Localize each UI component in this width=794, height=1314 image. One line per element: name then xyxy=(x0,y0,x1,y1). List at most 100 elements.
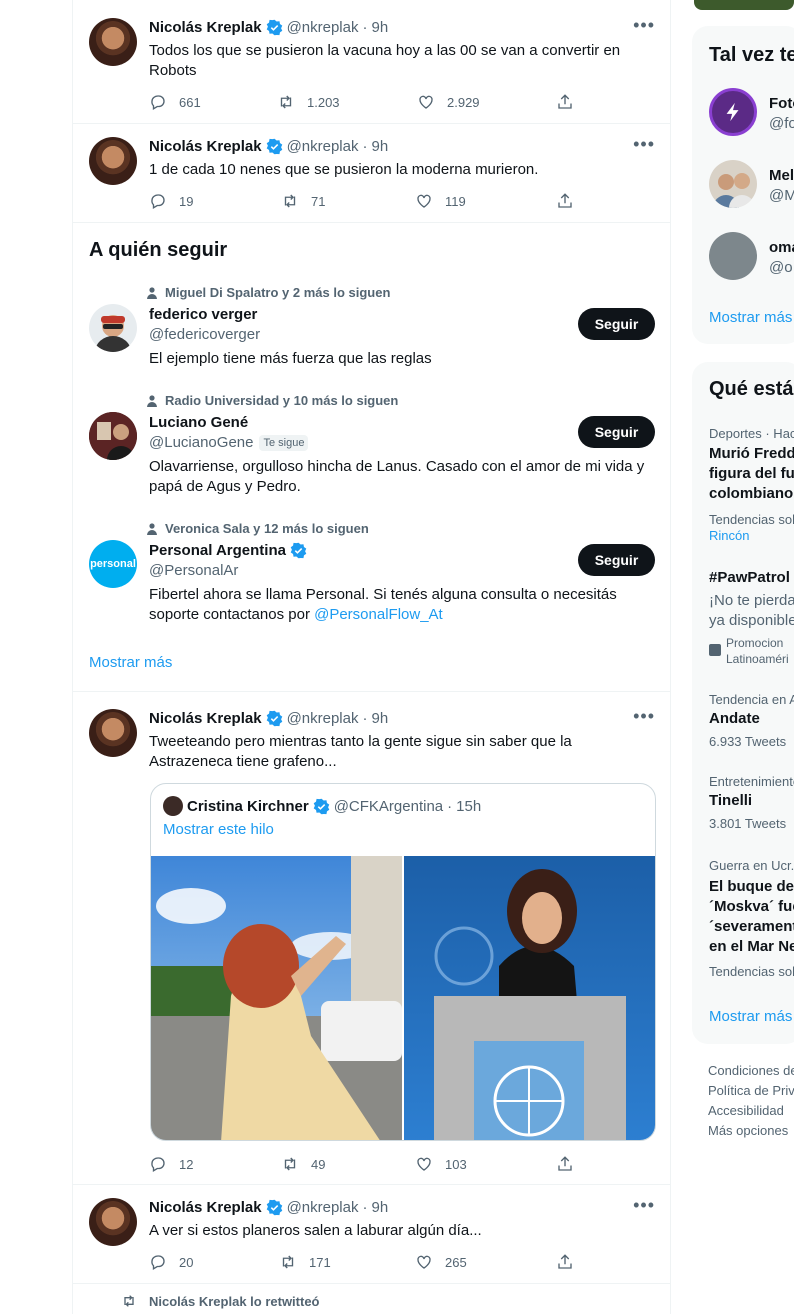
sidebar-user-handle[interactable]: @M xyxy=(769,187,794,204)
social-context-text[interactable]: Miguel Di Spalatro y 2 más lo siguen xyxy=(165,285,390,300)
personal-logo-avatar[interactable]: personal xyxy=(89,540,137,588)
like-button[interactable]: 265 xyxy=(415,1253,467,1271)
tweet-actions: 661 1.203 2.929 xyxy=(149,93,579,113)
quote-avatar[interactable] xyxy=(163,796,183,816)
user-handle[interactable]: @PersonalAr xyxy=(149,562,238,579)
tweet[interactable]: Nicolás Kreplak @nkreplak · 9h ••• Todos… xyxy=(73,0,671,124)
author-name[interactable]: Nicolás Kreplak xyxy=(149,19,262,36)
like-button[interactable]: 119 xyxy=(415,192,466,210)
retweet-context-text[interactable]: Nicolás Kreplak lo retwitteó xyxy=(149,1294,320,1309)
more-icon[interactable]: ••• xyxy=(633,1195,655,1216)
user-handle[interactable]: @LucianoGene xyxy=(149,434,253,451)
author-handle[interactable]: @nkreplak xyxy=(287,1199,359,1216)
trend-title-line[interactable]: figura del fu xyxy=(709,464,794,484)
user-handle[interactable]: @federicoverger xyxy=(149,326,260,343)
trend-title-line[interactable]: colombiano xyxy=(709,484,793,504)
tweet-time[interactable]: 9h xyxy=(372,19,389,36)
like-count: 103 xyxy=(445,1156,467,1172)
author-handle[interactable]: @nkreplak xyxy=(287,710,359,727)
quote-time[interactable]: 15h xyxy=(456,798,481,815)
reply-button[interactable]: 19 xyxy=(149,192,193,210)
author-name[interactable]: Nicolás Kreplak xyxy=(149,1199,262,1216)
tweet-text: A ver si estos planeros salen a laburar … xyxy=(149,1222,482,1239)
show-more-link[interactable]: Mostrar más xyxy=(89,654,172,671)
tweet-time[interactable]: 9h xyxy=(372,138,389,155)
social-context-text[interactable]: Radio Universidad y 10 más lo siguen xyxy=(165,393,398,408)
user-name[interactable]: Personal Argentina xyxy=(149,542,286,559)
share-button[interactable] xyxy=(556,1155,574,1173)
author-handle[interactable]: @nkreplak xyxy=(287,19,359,36)
social-context: Miguel Di Spalatro y 2 más lo siguen xyxy=(123,285,390,300)
retweet-button[interactable]: 71 xyxy=(281,192,325,210)
avatar[interactable] xyxy=(89,304,137,352)
reply-button[interactable]: 20 xyxy=(149,1253,193,1271)
who-to-follow-title: A quién seguir xyxy=(89,239,228,261)
trend-title-line[interactable]: ´Moskva´ fue xyxy=(709,897,794,917)
reply-button[interactable]: 12 xyxy=(149,1155,193,1173)
quoted-tweet[interactable]: Cristina Kirchner @CFKArgentina · 15h Mo… xyxy=(150,783,656,1141)
sidebar-user-handle[interactable]: @o xyxy=(769,259,793,276)
sidebar-show-more[interactable]: Mostrar más xyxy=(709,309,792,326)
footer-link[interactable]: Política de Priv xyxy=(708,1083,794,1098)
tweet[interactable]: Nicolás Kreplak @nkreplak · 9h ••• A ver… xyxy=(73,1186,671,1284)
more-icon[interactable]: ••• xyxy=(633,134,655,155)
like-button[interactable]: 103 xyxy=(415,1155,467,1173)
trend-meta-link[interactable]: Rincón xyxy=(709,528,749,543)
trend-title-line[interactable]: El buque de xyxy=(709,877,794,897)
share-button[interactable] xyxy=(556,192,574,210)
trend-title-line[interactable]: Andate xyxy=(709,709,760,729)
show-thread-link[interactable]: Mostrar este hilo xyxy=(163,821,274,838)
tweet[interactable]: Nicolás Kreplak @nkreplak · 9h ••• 1 de … xyxy=(73,125,671,223)
trends-show-more[interactable]: Mostrar más xyxy=(709,1008,792,1025)
avatar[interactable] xyxy=(89,412,137,460)
trend-title-line[interactable]: en el Mar Ne xyxy=(709,937,794,957)
bio-mention-link[interactable]: @PersonalFlow_At xyxy=(314,606,443,623)
follow-button[interactable]: Seguir xyxy=(578,416,655,448)
sidebar-user-name[interactable]: oma xyxy=(769,238,794,258)
avatar[interactable] xyxy=(89,1198,137,1246)
author-handle[interactable]: @nkreplak xyxy=(287,138,359,155)
author-name[interactable]: Nicolás Kreplak xyxy=(149,138,262,155)
sidebar-user-name[interactable]: Mel xyxy=(769,166,794,186)
quote-photo-right[interactable] xyxy=(404,856,655,1140)
quote-author-name[interactable]: Cristina Kirchner xyxy=(187,798,309,815)
user-name[interactable]: Luciano Gené xyxy=(149,414,248,431)
sidebar-user-name[interactable]: Foto xyxy=(769,94,794,114)
retweet-button[interactable]: 49 xyxy=(281,1155,325,1173)
author-name[interactable]: Nicolás Kreplak xyxy=(149,710,262,727)
sidebar-user-avatar[interactable] xyxy=(709,232,757,280)
more-icon[interactable]: ••• xyxy=(633,15,655,36)
sidebar-user-avatar[interactable] xyxy=(709,160,757,208)
footer-link[interactable]: Más opciones xyxy=(708,1123,788,1138)
more-icon[interactable]: ••• xyxy=(633,706,655,727)
like-button[interactable]: 2.929 xyxy=(417,93,480,111)
avatar[interactable] xyxy=(89,18,137,66)
avatar[interactable] xyxy=(89,137,137,185)
follow-button[interactable]: Seguir xyxy=(578,308,655,340)
trend-title-line[interactable]: #PawPatrol xyxy=(709,568,790,588)
share-button[interactable] xyxy=(556,1253,574,1271)
tweet[interactable]: Nicolás Kreplak @nkreplak · 9h ••• Tweet… xyxy=(73,693,671,1185)
trend-title-line[interactable]: ´severament xyxy=(709,917,794,937)
sidebar-user-handle[interactable]: @fo xyxy=(769,115,794,132)
user-name[interactable]: federico verger xyxy=(149,306,257,323)
sidebar-top-image[interactable] xyxy=(694,0,794,10)
trend-title-line[interactable]: Tinelli xyxy=(709,791,752,811)
avatar[interactable] xyxy=(89,709,137,757)
footer-link[interactable]: Condiciones de xyxy=(708,1063,794,1078)
retweet-button[interactable]: 171 xyxy=(279,1253,331,1271)
verified-icon xyxy=(313,798,330,815)
reply-button[interactable]: 661 xyxy=(149,93,201,111)
retweet-button[interactable]: 1.203 xyxy=(277,93,340,111)
follow-button[interactable]: Seguir xyxy=(578,544,655,576)
sidebar-user-avatar[interactable] xyxy=(709,88,757,136)
share-button[interactable] xyxy=(556,93,574,111)
retweet-icon xyxy=(121,1293,137,1309)
tweet-time[interactable]: 9h xyxy=(372,1199,389,1216)
social-context-text[interactable]: Veronica Sala y 12 más lo siguen xyxy=(165,521,369,536)
quote-author-handle[interactable]: @CFKArgentina xyxy=(334,798,443,815)
trend-title-line[interactable]: Murió Fredd xyxy=(709,444,794,464)
footer-link[interactable]: Accesibilidad xyxy=(708,1103,784,1118)
quote-photo-left[interactable] xyxy=(151,856,402,1140)
tweet-time[interactable]: 9h xyxy=(372,710,389,727)
